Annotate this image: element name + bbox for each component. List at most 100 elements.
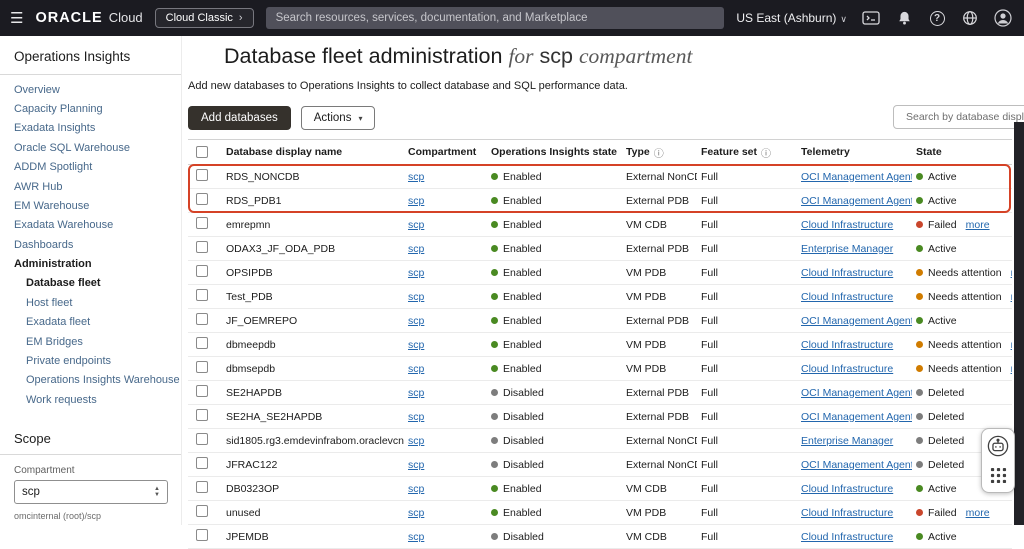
row-checkbox[interactable] [196,289,208,301]
table-row[interactable]: OPSIPDB scp Enabled VM PDB Full Cloud In… [188,261,1012,285]
table-row[interactable]: RDS_PDB1 scp Enabled External PDB Full O… [188,189,1012,213]
sidebar-item-oracle-sql-warehouse[interactable]: Oracle SQL Warehouse [0,138,181,157]
cloud-shell-icon[interactable] [862,9,880,27]
telemetry-link[interactable]: Cloud Infrastructure [801,507,893,519]
compartment-link[interactable]: scp [408,483,424,495]
table-row[interactable]: JPEMDB scp Disabled VM CDB Full Cloud In… [188,525,1012,549]
col-feature-set[interactable]: Feature setⓘ [697,145,797,160]
table-row[interactable]: dbmsepdb scp Enabled VM PDB Full Cloud I… [188,357,1012,381]
sidebar-item-database-fleet[interactable]: Database fleet [0,274,181,293]
compartment-link[interactable]: scp [408,507,424,519]
telemetry-link[interactable]: OCI Management Agent [801,195,912,207]
table-row[interactable]: dbmeepdb scp Enabled VM PDB Full Cloud I… [188,333,1012,357]
state-more-link[interactable]: more [966,219,990,231]
telemetry-link[interactable]: OCI Management Agent [801,171,912,183]
telemetry-link[interactable]: Enterprise Manager [801,243,893,255]
compartment-link[interactable]: scp [408,171,424,183]
oracle-cloud-logo[interactable]: ORACLE Cloud [35,10,142,26]
table-row[interactable]: ODAX3_JF_ODA_PDB scp Enabled External PD… [188,237,1012,261]
info-icon[interactable]: ⓘ [761,145,771,160]
table-row[interactable]: SE2HA_SE2HAPDB scp Disabled External PDB… [188,405,1012,429]
sidebar-item-overview[interactable]: Overview [0,80,181,99]
compartment-link[interactable]: scp [408,531,424,543]
table-row[interactable]: sid1805.rg3.emdevinfrabom.oraclevcn.com … [188,429,1012,453]
sidebar-item-operations-insights-warehouse[interactable]: Operations Insights Warehouse [0,371,181,390]
compartment-link[interactable]: scp [408,339,424,351]
add-databases-button[interactable]: Add databases [188,106,291,130]
vertical-scrollbar[interactable] [1014,122,1024,525]
row-checkbox[interactable] [196,409,208,421]
compartment-link[interactable]: scp [408,435,424,447]
telemetry-link[interactable]: OCI Management Agent [801,315,912,327]
sidebar-item-private-endpoints[interactable]: Private endpoints [0,351,181,370]
sidebar-item-awr-hub[interactable]: AWR Hub [0,177,181,196]
row-checkbox[interactable] [196,313,208,325]
compartment-link[interactable]: scp [408,219,424,231]
sidebar-item-work-requests[interactable]: Work requests [0,390,181,409]
select-all-checkbox[interactable] [196,146,208,158]
telemetry-link[interactable]: Cloud Infrastructure [801,363,893,375]
compartment-link[interactable]: scp [408,267,424,279]
table-row[interactable]: Test_PDB scp Enabled VM PDB Full Cloud I… [188,285,1012,309]
menu-icon[interactable]: ☰ [10,9,23,27]
table-search-input[interactable]: Search by database display name [893,105,1024,129]
telemetry-link[interactable]: Enterprise Manager [801,435,893,447]
col-type[interactable]: Typeⓘ [622,145,697,160]
info-icon[interactable]: ⓘ [654,145,664,160]
language-globe-icon[interactable] [961,9,979,27]
row-checkbox[interactable] [196,265,208,277]
col-telemetry[interactable]: Telemetry [797,146,912,158]
compartment-link[interactable]: scp [408,195,424,207]
table-row[interactable]: unused scp Enabled VM PDB Full Cloud Inf… [188,501,1012,525]
notifications-bell-icon[interactable] [895,9,913,27]
region-selector[interactable]: US East (Ashburn)∨ [736,11,847,25]
row-checkbox[interactable] [196,217,208,229]
sidebar-item-administration[interactable]: Administration [0,254,181,273]
compartment-link[interactable]: scp [408,291,424,303]
sidebar-item-dashboards[interactable]: Dashboards [0,235,181,254]
telemetry-link[interactable]: OCI Management Agent [801,387,912,399]
row-checkbox[interactable] [196,505,208,517]
col-oi-state[interactable]: Operations Insights state [487,146,622,158]
state-more-link[interactable]: more [1011,267,1012,279]
col-compartment[interactable]: Compartment [404,146,487,158]
row-checkbox[interactable] [196,193,208,205]
row-checkbox[interactable] [196,457,208,469]
row-checkbox[interactable] [196,241,208,253]
table-row[interactable]: SE2HAPDB scp Disabled External PDB Full … [188,381,1012,405]
state-more-link[interactable]: more [1011,291,1012,303]
sidebar-item-addm-spotlight[interactable]: ADDM Spotlight [0,158,181,177]
state-more-link[interactable]: more [1011,339,1012,351]
sidebar-item-exadata-warehouse[interactable]: Exadata Warehouse [0,216,181,235]
help-icon[interactable]: ? [928,9,946,27]
row-checkbox[interactable] [196,481,208,493]
telemetry-link[interactable]: OCI Management Agent [801,411,912,423]
assistant-robot-icon[interactable] [987,435,1009,457]
global-search-input[interactable]: Search resources, services, documentatio… [266,7,725,29]
telemetry-link[interactable]: OCI Management Agent [801,459,912,471]
telemetry-link[interactable]: Cloud Infrastructure [801,483,893,495]
row-checkbox[interactable] [196,433,208,445]
user-avatar-icon[interactable] [994,9,1012,27]
row-checkbox[interactable] [196,385,208,397]
cloud-classic-button[interactable]: Cloud Classic › [155,8,254,28]
compartment-link[interactable]: scp [408,411,424,423]
compartment-link[interactable]: scp [408,363,424,375]
sidebar-item-exadata-fleet[interactable]: Exadata fleet [0,313,181,332]
row-checkbox[interactable] [196,529,208,541]
sidebar-item-host-fleet[interactable]: Host fleet [0,293,181,312]
row-checkbox[interactable] [196,337,208,349]
sidebar-item-em-bridges[interactable]: EM Bridges [0,332,181,351]
row-checkbox[interactable] [196,169,208,181]
telemetry-link[interactable]: Cloud Infrastructure [801,531,893,543]
table-row[interactable]: JFRAC122 scp Disabled External NonCDB Fu… [188,453,1012,477]
compartment-select[interactable]: scp ▲▼ [14,480,168,504]
col-database-display-name[interactable]: Database display name [222,146,404,158]
telemetry-link[interactable]: Cloud Infrastructure [801,267,893,279]
telemetry-link[interactable]: Cloud Infrastructure [801,339,893,351]
telemetry-link[interactable]: Cloud Infrastructure [801,291,893,303]
sidebar-item-capacity-planning[interactable]: Capacity Planning [0,99,181,118]
compartment-link[interactable]: scp [408,387,424,399]
sidebar-item-exadata-insights[interactable]: Exadata Insights [0,119,181,138]
compartment-link[interactable]: scp [408,315,424,327]
